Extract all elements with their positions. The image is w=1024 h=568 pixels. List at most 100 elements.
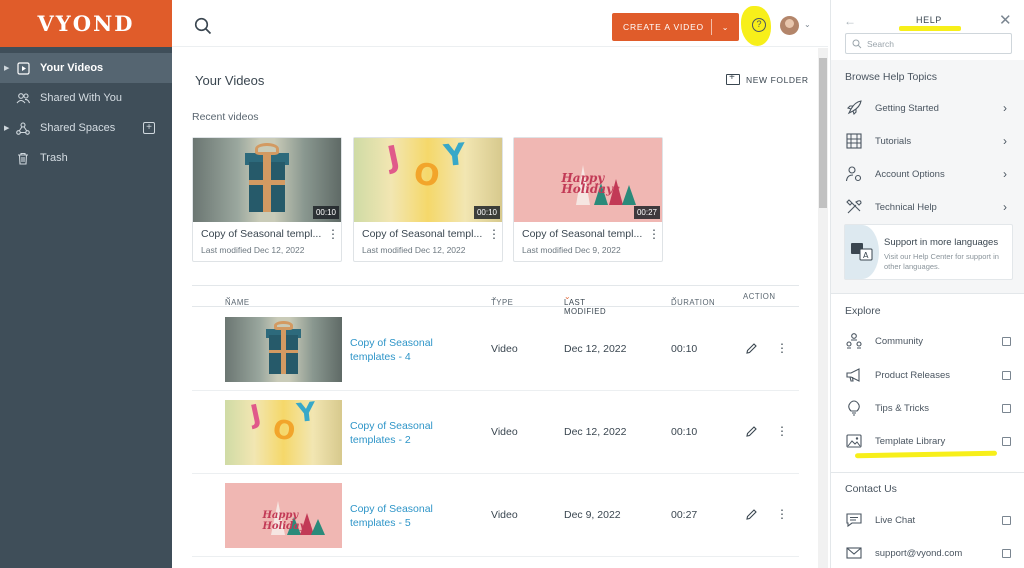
sidebar-item-your-videos[interactable]: ▶ Your Videos xyxy=(0,53,172,83)
expand-caret-icon[interactable]: ▶ xyxy=(4,64,9,72)
video-name-link[interactable]: Copy of Seasonal templates - 2 xyxy=(350,419,450,447)
video-title[interactable]: Copy of Seasonal templ... xyxy=(522,228,642,240)
column-header-duration[interactable]: DURATION ⌄ xyxy=(671,292,715,307)
video-thumbnail[interactable]: Happy Holidays 00:27 xyxy=(514,138,662,222)
chevron-down-icon[interactable]: ⌄ xyxy=(712,23,739,32)
video-name-link[interactable]: Copy of Seasonal templates - 5 xyxy=(350,502,450,530)
more-options-icon[interactable]: ⋮ xyxy=(488,227,500,241)
explore-item-community[interactable]: Community xyxy=(831,326,1024,356)
video-type: Video xyxy=(491,343,518,355)
folder-plus-icon xyxy=(726,72,740,85)
table-row[interactable]: J O Y Copy of Seasonal templates - 2 Vid… xyxy=(192,391,799,474)
video-title[interactable]: Copy of Seasonal templ... xyxy=(201,228,321,240)
video-name-link[interactable]: Copy of Seasonal templates - 4 xyxy=(350,336,450,364)
explore-item-label: Product Releases xyxy=(875,369,950,381)
recent-video-card[interactable]: 00:10 Copy of Seasonal templ... Last mod… xyxy=(192,137,342,262)
back-arrow-icon[interactable]: ← xyxy=(844,14,856,28)
search-icon xyxy=(852,39,862,48)
scrollbar-thumb[interactable] xyxy=(819,58,827,208)
contact-item-label: Live Chat xyxy=(875,514,916,526)
create-video-button[interactable]: CREATE A VIDEO ⌄ xyxy=(612,13,739,41)
help-topic-technical-help[interactable]: Technical Help › xyxy=(831,192,1024,222)
more-options-icon[interactable]: ⋮ xyxy=(327,227,339,241)
help-icon[interactable]: ? xyxy=(752,18,766,32)
help-topic-account-options[interactable]: Account Options › xyxy=(831,159,1024,189)
contact-item-email[interactable]: support@vyond.com xyxy=(831,538,1024,568)
chevron-right-icon: › xyxy=(1003,167,1007,181)
chevron-down-icon[interactable]: ⌄ xyxy=(804,20,811,29)
close-icon[interactable]: ✕ xyxy=(999,11,1012,29)
help-topic-label: Technical Help xyxy=(875,201,937,213)
sidebar-item-trash[interactable]: Trash xyxy=(0,143,172,173)
sidebar-item-shared-with-you[interactable]: Shared With You xyxy=(0,83,172,113)
expand-caret-icon[interactable]: ▶ xyxy=(4,124,9,132)
help-title: HELP xyxy=(916,15,942,25)
new-folder-button[interactable]: NEW FOLDER xyxy=(726,72,809,85)
duration-badge: 00:10 xyxy=(312,206,339,219)
table-header: NAME ⌄ TYPE ⌄ LAST MODIFIED ⌄ DURATION ⌄… xyxy=(192,285,799,316)
top-header: CREATE A VIDEO ⌄ ? ⌄ xyxy=(172,0,828,47)
languages-support-card[interactable]: A Support in more languages Visit our He… xyxy=(844,224,1013,280)
help-topic-tutorials[interactable]: Tutorials › xyxy=(831,126,1024,156)
help-topic-label: Getting Started xyxy=(875,102,939,114)
new-folder-label: NEW FOLDER xyxy=(746,74,809,85)
more-options-icon[interactable]: ⋮ xyxy=(776,341,788,355)
video-modified-date: Last modified Dec 9, 2022 xyxy=(522,245,621,255)
rocket-icon xyxy=(846,100,862,116)
video-thumbnail[interactable]: J O Y 00:10 xyxy=(354,138,502,222)
vyond-logo[interactable]: VYOND xyxy=(0,0,172,47)
sidebar-item-shared-spaces[interactable]: ▶ Shared Spaces + xyxy=(0,113,172,143)
video-icon xyxy=(16,61,30,75)
video-modified-date: Last modified Dec 12, 2022 xyxy=(201,245,305,255)
duration-badge: 00:10 xyxy=(473,206,500,219)
external-link-icon xyxy=(1002,436,1011,446)
external-link-icon xyxy=(1002,548,1011,558)
explore-item-tips-tricks[interactable]: Tips & Tricks xyxy=(831,393,1024,423)
more-options-icon[interactable]: ⋮ xyxy=(776,424,788,438)
video-title[interactable]: Copy of Seasonal templ... xyxy=(362,228,482,240)
video-type: Video xyxy=(491,509,518,521)
table-row[interactable]: Copy of Seasonal templates - 4 Video Dec… xyxy=(192,308,799,391)
add-space-icon[interactable]: + xyxy=(143,122,155,134)
edit-pencil-icon[interactable] xyxy=(745,342,758,355)
community-icon xyxy=(846,333,862,349)
search-icon[interactable] xyxy=(194,17,212,35)
explore-item-product-releases[interactable]: Product Releases xyxy=(831,360,1024,390)
video-thumbnail[interactable]: 00:10 xyxy=(193,138,341,222)
help-search-input[interactable]: Search xyxy=(845,33,1012,54)
column-header-type[interactable]: TYPE ⌄ xyxy=(491,292,513,307)
video-duration: 00:27 xyxy=(671,509,698,521)
explore-item-label: Community xyxy=(875,335,924,347)
page-title: Your Videos xyxy=(195,73,265,88)
more-options-icon[interactable]: ⋮ xyxy=(776,507,788,521)
holidays-text: Happy Holidays xyxy=(561,171,620,197)
video-thumbnail[interactable]: J O Y xyxy=(225,400,342,465)
megaphone-icon xyxy=(846,368,860,382)
joy-letter: O xyxy=(271,414,298,448)
video-thumbnail[interactable]: Happy Holidays xyxy=(225,483,342,548)
sidebar: VYOND ▶ Your Videos Shared With You ▶ Sh… xyxy=(0,0,172,568)
more-options-icon[interactable]: ⋮ xyxy=(648,227,660,241)
avatar[interactable] xyxy=(780,16,799,35)
joy-letter: J xyxy=(247,400,264,431)
table-row[interactable]: Happy Holidays Copy of Seasonal template… xyxy=(192,474,799,557)
help-topic-getting-started[interactable]: Getting Started › xyxy=(831,93,1024,123)
column-header-last-modified[interactable]: LAST MODIFIED ⌄ xyxy=(564,292,606,316)
image-icon xyxy=(846,434,862,448)
main-scrollbar[interactable] xyxy=(818,48,828,568)
create-video-label: CREATE A VIDEO xyxy=(623,22,704,32)
contact-item-live-chat[interactable]: Live Chat xyxy=(831,505,1024,535)
tools-icon xyxy=(846,199,862,214)
edit-pencil-icon[interactable] xyxy=(745,508,758,521)
mail-icon xyxy=(846,547,862,559)
chevron-right-icon: › xyxy=(1003,134,1007,148)
lightbulb-icon xyxy=(848,400,860,416)
video-thumbnail[interactable] xyxy=(225,317,342,382)
recent-video-card[interactable]: J O Y 00:10 Copy of Seasonal templ... La… xyxy=(353,137,503,262)
edit-pencil-icon[interactable] xyxy=(745,425,758,438)
duration-badge: 00:27 xyxy=(633,206,660,219)
column-header-name[interactable]: NAME ⌄ xyxy=(225,292,249,307)
joy-letter: O xyxy=(411,156,442,195)
recent-video-card[interactable]: Happy Holidays 00:27 Copy of Seasonal te… xyxy=(513,137,663,262)
video-duration: 00:10 xyxy=(671,343,698,355)
